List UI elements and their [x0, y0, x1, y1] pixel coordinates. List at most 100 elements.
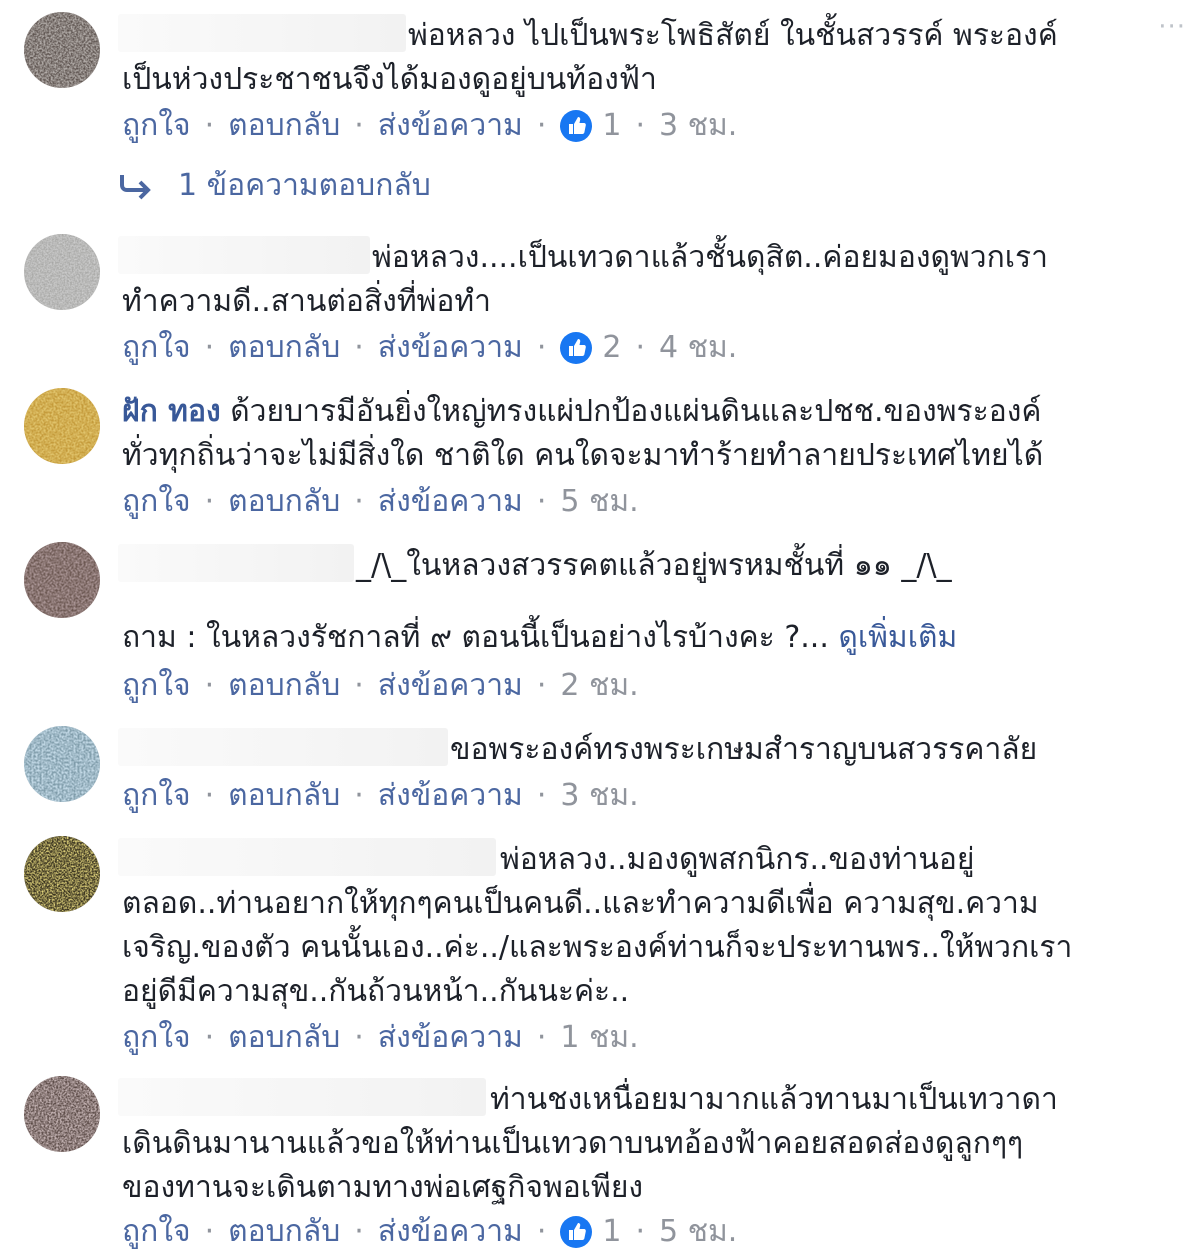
comment-timestamp[interactable]: 5 ชม.: [560, 480, 638, 524]
user-avatar-icon[interactable]: [24, 726, 100, 802]
send-message-button[interactable]: ส่งข้อความ: [378, 104, 523, 148]
comment-text-line: พ่อหลวง ไปเป็นพระโพธิสัตย์ ในชั้นสวรรค์ …: [408, 18, 1058, 53]
comment-body: ถาม : ในหลวงรัชกาลที่ ๙ ตอนนี้เป็นอย่างไ…: [122, 620, 829, 655]
thumbs-up-icon: [560, 110, 593, 142]
comment-item: พ่อหลวง ไปเป็นพระโพธิสัตย์ ในชั้นสวรรค์ …: [0, 0, 1200, 230]
comment-text-line: เจริญ.ของตัว คนนั้นเอง..ค่ะ../และพระองค์…: [122, 930, 1073, 965]
like-count: 2: [602, 330, 622, 365]
reply-button[interactable]: ตอบกลับ: [228, 774, 340, 818]
send-message-button[interactable]: ส่งข้อความ: [378, 774, 523, 818]
comment-actions: ถูกใจ · ตอบกลับ · ส่งข้อความ · 1 · 5 ชม.: [122, 1210, 737, 1254]
comment-text-line: ทำความดี..สานต่อสิ่งที่พ่อทำ: [122, 284, 492, 319]
separator: ·: [204, 778, 215, 813]
redacted-author-name[interactable]: [118, 1078, 486, 1116]
comment-text-line: อยู่ดีมีความสุข..กันถ้วนหน้า..กันนะค่ะ..: [122, 974, 630, 1009]
comment-text-line: ทั่วทุกถิ่นว่าจะไม่มีสิ่งใด ชาติใด คนใดจ…: [122, 438, 1044, 473]
separator: ·: [536, 330, 547, 365]
user-avatar-icon[interactable]: [24, 12, 100, 88]
comment-text-line: พ่อหลวง..มองดูพสกนิกร..ของท่านอยู่: [500, 842, 975, 877]
reply-button[interactable]: ตอบกลับ: [228, 1016, 340, 1060]
send-message-button[interactable]: ส่งข้อความ: [378, 480, 523, 524]
comment-text-line: ขอพระองค์ทรงพระเกษมสำราญบนสวรรคาลัย: [450, 732, 1038, 767]
comment-timestamp[interactable]: 5 ชม.: [659, 1210, 737, 1254]
separator: ·: [536, 668, 547, 703]
like-count: 1: [602, 108, 622, 143]
reply-button[interactable]: ตอบกลับ: [228, 664, 340, 708]
separator: ·: [354, 108, 364, 143]
comment-item: พ่อหลวง..มองดูพสกนิกร..ของท่านอยู่ ตลอด.…: [0, 830, 1200, 1070]
redacted-author-name[interactable]: [118, 236, 370, 274]
separator: ·: [354, 1020, 364, 1055]
user-avatar-icon[interactable]: [24, 388, 100, 464]
comment-timestamp[interactable]: 3 ชม.: [560, 774, 638, 818]
separator: ·: [204, 330, 215, 365]
separator: ·: [204, 1020, 215, 1055]
separator: ·: [635, 1214, 646, 1249]
comment-item: ท่านชงเหนื่อยมามากแล้วทานมาเป็นเทวาดา เด…: [0, 1070, 1200, 1255]
author-name-link[interactable]: ฝัก ทอง: [122, 394, 221, 429]
separator: ·: [354, 1214, 364, 1249]
comment-text-line: ถาม : ในหลวงรัชกาลที่ ๙ ตอนนี้เป็นอย่างไ…: [122, 616, 957, 660]
redacted-author-name[interactable]: [118, 14, 406, 52]
view-replies-label: 1 ข้อความตอบกลับ: [178, 168, 431, 203]
user-avatar-icon[interactable]: [24, 836, 100, 912]
see-more-link[interactable]: ดูเพิ่มเติม: [838, 620, 957, 655]
comment-actions: ถูกใจ · ตอบกลับ · ส่งข้อความ · 2 · 4 ชม.: [122, 326, 737, 370]
view-replies-link[interactable]: 1 ข้อความตอบกลับ: [118, 164, 431, 208]
comment-timestamp[interactable]: 2 ชม.: [560, 664, 638, 708]
like-button[interactable]: ถูกใจ: [122, 326, 191, 370]
reaction-count[interactable]: 1: [560, 1210, 621, 1254]
reply-button[interactable]: ตอบกลับ: [228, 104, 340, 148]
comment-item: ขอพระองค์ทรงพระเกษมสำราญบนสวรรคาลัย ถูกใ…: [0, 720, 1200, 830]
redacted-author-name[interactable]: [118, 728, 448, 766]
separator: ·: [354, 668, 364, 703]
like-button[interactable]: ถูกใจ: [122, 664, 191, 708]
reply-arrow-icon: [120, 175, 151, 200]
comment-actions: ถูกใจ · ตอบกลับ · ส่งข้อความ · 1 · 3 ชม.: [122, 104, 737, 148]
comment-item: พ่อหลวง....เป็นเทวดาแล้วชั้นดุสิต..ค่อยม…: [0, 230, 1200, 380]
comment-text-line: เดินดินมานานแล้วขอให้ท่านเป็นเทวดาบนทอ้อ…: [122, 1126, 1024, 1161]
separator: ·: [536, 778, 547, 813]
comment-text-line: พ่อหลวง....เป็นเทวดาแล้วชั้นดุสิต..ค่อยม…: [372, 240, 1048, 275]
like-button[interactable]: ถูกใจ: [122, 480, 191, 524]
reply-button[interactable]: ตอบกลับ: [228, 480, 340, 524]
reaction-count[interactable]: 2: [560, 326, 621, 370]
separator: ·: [354, 330, 364, 365]
comment-timestamp[interactable]: 1 ชม.: [560, 1016, 638, 1060]
redacted-author-name[interactable]: [118, 544, 354, 582]
redacted-author-name[interactable]: [118, 838, 496, 876]
separator: ·: [635, 108, 646, 143]
separator: ·: [204, 1214, 215, 1249]
reply-button[interactable]: ตอบกลับ: [228, 326, 340, 370]
send-message-button[interactable]: ส่งข้อความ: [378, 664, 523, 708]
user-avatar-icon[interactable]: [24, 234, 100, 310]
more-options-icon[interactable]: ···: [1158, 12, 1186, 42]
thumbs-up-icon: [560, 332, 593, 364]
comment-timestamp[interactable]: 4 ชม.: [659, 326, 737, 370]
comment-item: _/\_ในหลวงสวรรคตแล้วอยู่พรหมชั้นที่ ๑๑ _…: [0, 530, 1200, 720]
reply-button[interactable]: ตอบกลับ: [228, 1210, 340, 1254]
comment-body: ด้วยบารมีอันยิ่งใหญ่ทรงแผ่ปกป้องแผ่นดินแ…: [230, 394, 1042, 429]
comment-text-line: เป็นห่วงประชาชนจึงได้มองดูอยู่บนท้องฟ้า: [122, 62, 657, 97]
send-message-button[interactable]: ส่งข้อความ: [378, 1016, 523, 1060]
comment-text-line: ท่านชงเหนื่อยมามากแล้วทานมาเป็นเทวาดา: [490, 1082, 1058, 1117]
comment-text-line: _/\_ในหลวงสวรรคตแล้วอยู่พรหมชั้นที่ ๑๑ _…: [356, 548, 952, 583]
like-button[interactable]: ถูกใจ: [122, 1210, 191, 1254]
user-avatar-icon[interactable]: [24, 1076, 100, 1152]
like-button[interactable]: ถูกใจ: [122, 774, 191, 818]
separator: ·: [204, 668, 215, 703]
like-count: 1: [602, 1214, 622, 1249]
comment-actions: ถูกใจ · ตอบกลับ · ส่งข้อความ · 1 ชม.: [122, 1016, 639, 1060]
send-message-button[interactable]: ส่งข้อความ: [378, 1210, 523, 1254]
like-button[interactable]: ถูกใจ: [122, 1016, 191, 1060]
comment-timestamp[interactable]: 3 ชม.: [659, 104, 737, 148]
separator: ·: [536, 108, 547, 143]
separator: ·: [536, 484, 547, 519]
comment-text-line: ของทานจะเดินตามทางพ่อเศฐกิจพอเพียง: [122, 1170, 644, 1205]
like-button[interactable]: ถูกใจ: [122, 104, 191, 148]
send-message-button[interactable]: ส่งข้อความ: [378, 326, 523, 370]
comment-actions: ถูกใจ · ตอบกลับ · ส่งข้อความ · 2 ชม.: [122, 664, 639, 708]
reaction-count[interactable]: 1: [560, 104, 621, 148]
user-avatar-icon[interactable]: [24, 542, 100, 618]
thumbs-up-icon: [560, 1216, 593, 1248]
